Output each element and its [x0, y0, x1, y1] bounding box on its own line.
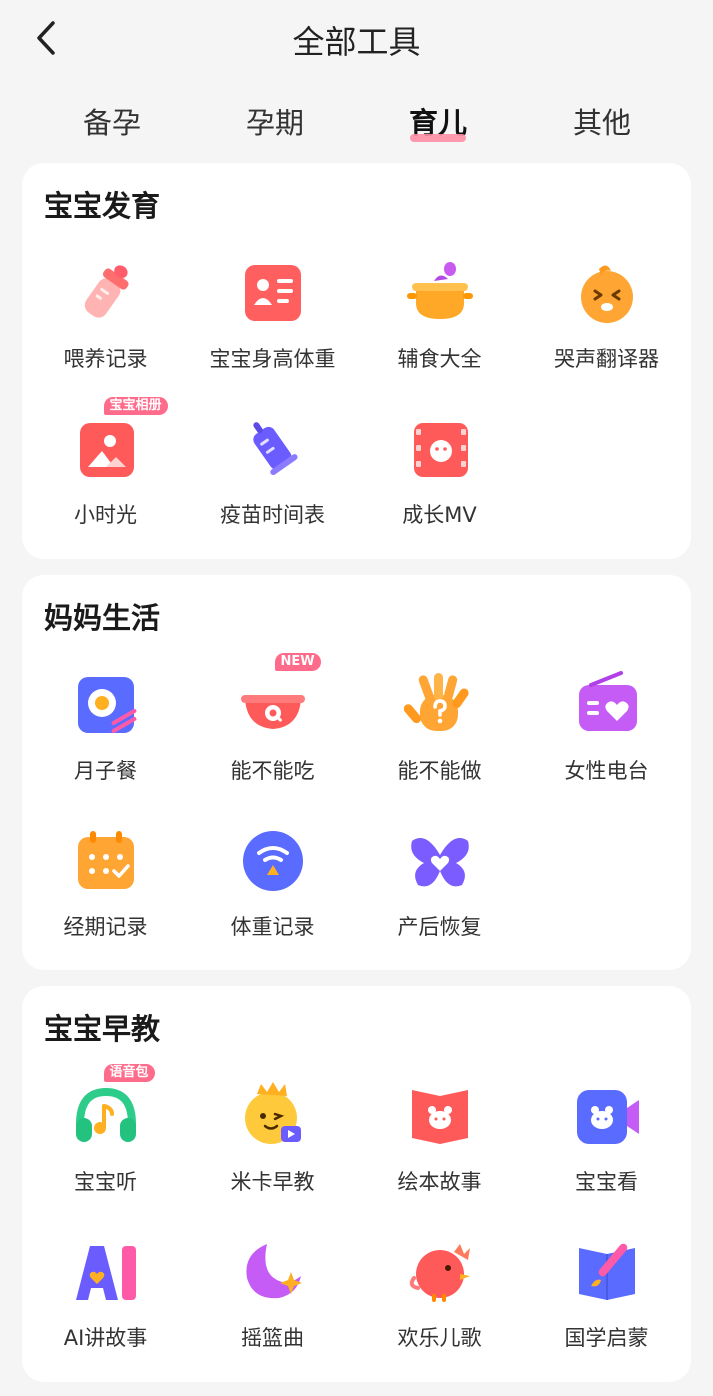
tool-confinement-meal[interactable]: 月子餐 — [22, 669, 189, 785]
tab-pregnancy[interactable]: 孕期 — [215, 100, 335, 142]
section-mom-life: 妈妈生活 月子餐 NEW 能不能吃 能不能做 女性电台 经期记录 体重记录 产后… — [22, 575, 691, 970]
section-baby-development: 宝宝发育 喂养记录 宝宝身高体重 辅食大全 哭声翻译器 宝宝相册 小时光 疫苗时… — [22, 163, 691, 559]
tool-little-moments[interactable]: 宝宝相册 小时光 — [22, 397, 189, 529]
tool-period-record[interactable]: 经期记录 — [22, 825, 189, 941]
tool-label: 宝宝身高体重 — [209, 347, 336, 371]
pot-icon — [404, 257, 476, 329]
tool-baby-height-weight[interactable]: 宝宝身高体重 — [189, 257, 356, 373]
active-tab-indicator — [410, 134, 466, 142]
tab-label: 孕期 — [245, 106, 304, 140]
picture-book-icon — [404, 1080, 476, 1152]
voice-pack-badge: 语音包 — [103, 1064, 155, 1082]
section-title: 妈妈生活 — [44, 601, 161, 635]
album-badge: 宝宝相册 — [103, 397, 168, 415]
scale-icon — [237, 825, 309, 897]
tab-prepregnancy[interactable]: 备孕 — [52, 100, 172, 142]
top-bar: 全部工具 — [0, 0, 713, 78]
film-icon — [404, 413, 476, 485]
tool-label: 绘本故事 — [397, 1170, 482, 1194]
tool-label: 经期记录 — [63, 915, 148, 939]
hand-question-icon — [403, 669, 476, 741]
tool-picture-book[interactable]: 绘本故事 — [356, 1080, 523, 1196]
tool-label: 疫苗时间表 — [220, 503, 325, 527]
butterfly-icon — [404, 825, 476, 897]
headphones-icon: 语音包 — [70, 1064, 155, 1152]
tool-lullaby[interactable]: 摇篮曲 — [189, 1236, 356, 1352]
section-title: 宝宝早教 — [44, 1012, 161, 1046]
section-early-education: 宝宝早教 语音包 宝宝听 米卡早教 绘本故事 宝宝看 AI讲故事 摇篮曲 欢乐儿… — [22, 986, 691, 1382]
calendar-icon — [70, 825, 142, 897]
tool-label: 女性电台 — [564, 759, 649, 783]
tool-label: AI讲故事 — [63, 1326, 148, 1350]
ai-icon — [70, 1236, 142, 1308]
tool-vaccine-schedule[interactable]: 疫苗时间表 — [189, 413, 356, 529]
tool-cry-translator[interactable]: 哭声翻译器 — [523, 257, 690, 373]
tool-label: 哭声翻译器 — [554, 347, 659, 371]
tool-label: 能不能吃 — [230, 759, 315, 783]
video-camera-icon — [571, 1080, 643, 1152]
tool-label: 能不能做 — [397, 759, 482, 783]
mascot-icon — [237, 1080, 309, 1152]
tool-mika-education[interactable]: 米卡早教 — [189, 1080, 356, 1196]
category-tabs: 备孕 孕期 育儿 其他 — [0, 78, 713, 160]
tool-label: 欢乐儿歌 — [397, 1326, 482, 1350]
brush-book-icon — [571, 1236, 643, 1308]
crying-face-icon — [571, 257, 643, 329]
bottle-icon — [70, 257, 142, 329]
tool-label: 国学启蒙 — [564, 1326, 649, 1350]
tool-label: 摇篮曲 — [241, 1326, 304, 1350]
tool-can-do[interactable]: 能不能做 — [356, 669, 523, 785]
tool-baby-listen[interactable]: 语音包 宝宝听 — [22, 1064, 189, 1196]
tool-growth-mv[interactable]: 成长MV — [356, 413, 523, 529]
moon-icon — [237, 1236, 309, 1308]
bird-icon — [404, 1236, 476, 1308]
tab-parenting[interactable]: 育儿 — [378, 100, 498, 142]
tool-feeding-record[interactable]: 喂养记录 — [22, 257, 189, 373]
tab-label: 备孕 — [82, 106, 141, 140]
tab-other[interactable]: 其他 — [542, 100, 662, 142]
photo-album-icon: 宝宝相册 — [70, 397, 168, 485]
tool-postpartum-recovery[interactable]: 产后恢复 — [356, 825, 523, 941]
tool-label: 宝宝听 — [74, 1170, 137, 1194]
tab-label: 其他 — [572, 106, 631, 140]
id-card-icon — [237, 257, 309, 329]
tool-happy-songs[interactable]: 欢乐儿歌 — [356, 1236, 523, 1352]
tool-ai-story[interactable]: AI讲故事 — [22, 1236, 189, 1352]
tool-can-eat[interactable]: NEW 能不能吃 — [189, 653, 356, 785]
bowl-icon: NEW — [237, 653, 321, 741]
tool-weight-record[interactable]: 体重记录 — [189, 825, 356, 941]
section-title: 宝宝发育 — [44, 189, 161, 223]
tool-label: 喂养记录 — [63, 347, 148, 371]
tool-label: 宝宝看 — [575, 1170, 638, 1194]
tool-label: 米卡早教 — [230, 1170, 315, 1194]
tool-label: 辅食大全 — [397, 347, 482, 371]
tool-women-radio[interactable]: 女性电台 — [523, 669, 690, 785]
tool-label: 月子餐 — [74, 759, 137, 783]
tool-label: 成长MV — [402, 503, 477, 527]
tool-baby-watch[interactable]: 宝宝看 — [523, 1080, 690, 1196]
tool-label: 体重记录 — [230, 915, 315, 939]
page-title: 全部工具 — [292, 23, 421, 61]
meal-icon — [70, 669, 142, 741]
tool-label: 小时光 — [74, 503, 137, 527]
tool-label: 产后恢复 — [397, 915, 482, 939]
radio-icon — [571, 669, 643, 741]
new-badge: NEW — [274, 653, 321, 671]
tool-baby-food[interactable]: 辅食大全 — [356, 257, 523, 373]
tool-chinese-classics[interactable]: 国学启蒙 — [523, 1236, 690, 1352]
vaccine-icon — [237, 413, 309, 485]
